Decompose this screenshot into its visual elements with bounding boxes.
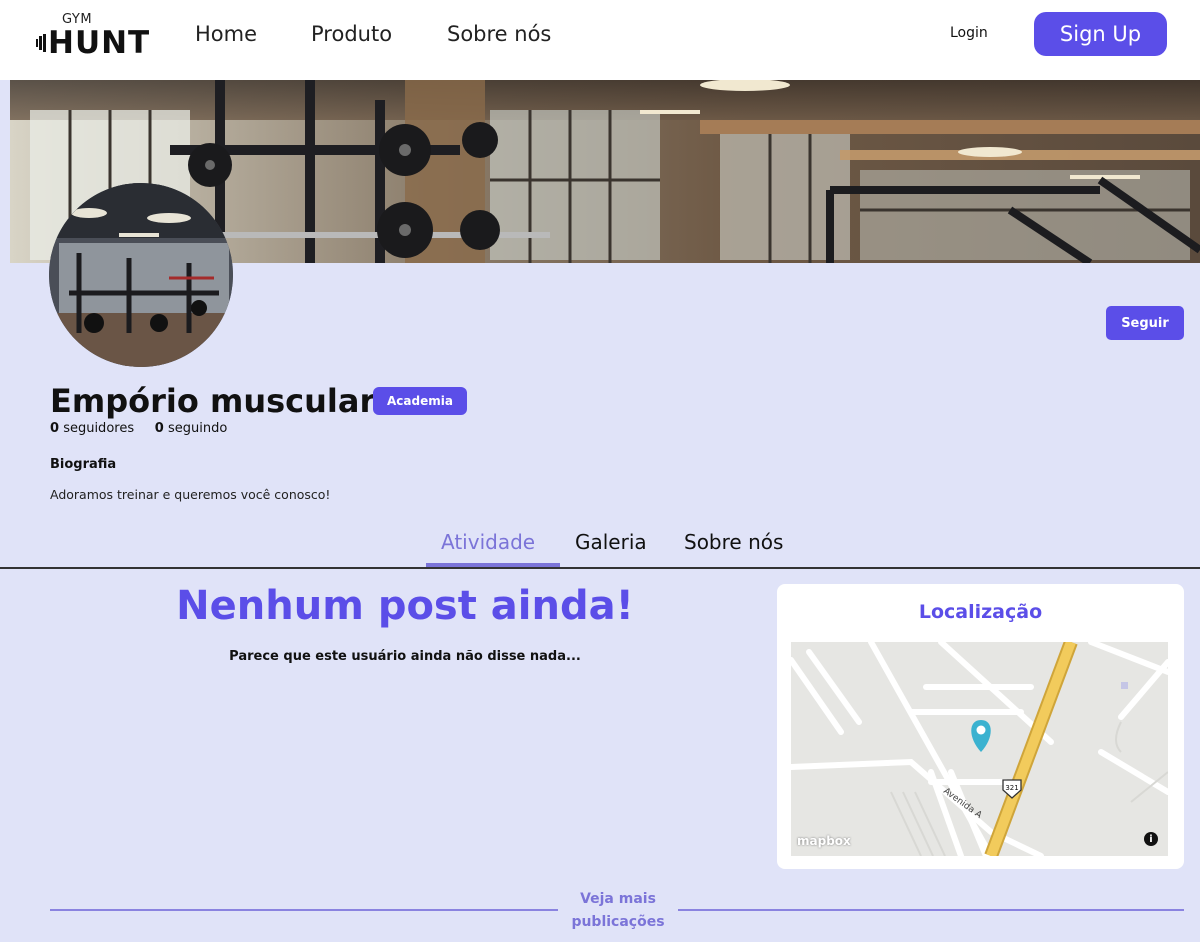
followers-label[interactable]: seguidores: [63, 421, 134, 436]
bio-text: Adoramos treinar e queremos você conosco…: [50, 487, 331, 502]
location-map[interactable]: 321 Avenida A mapbox i: [791, 642, 1168, 856]
following-label[interactable]: seguindo: [168, 421, 227, 436]
nav-home[interactable]: Home: [195, 22, 257, 46]
nav-sobre-nos[interactable]: Sobre nós: [447, 22, 551, 46]
location-card: Localização 321 Avenida A mapbox i: [777, 584, 1184, 869]
following-count: 0: [154, 421, 164, 436]
tab-sobre-nos[interactable]: Sobre nós: [684, 530, 783, 554]
see-more-posts-link[interactable]: Veja mais publicações: [560, 888, 676, 934]
more-divider-right: [678, 909, 1184, 911]
map-info-icon[interactable]: i: [1144, 832, 1158, 846]
route-shield-label: 321: [1005, 784, 1018, 792]
empty-feed-subtitle: Parece que este usuário ainda não disse …: [229, 649, 581, 664]
tab-atividade[interactable]: Atividade: [441, 530, 535, 554]
tabs-divider: [0, 567, 1200, 569]
top-header: GYM HUNT Home Produto Sobre nós Login Si…: [0, 0, 1200, 80]
gymhunt-logo[interactable]: GYM HUNT: [36, 12, 166, 68]
bio-heading: Biografia: [50, 457, 117, 472]
category-badge: Academia: [373, 387, 467, 415]
signup-button[interactable]: Sign Up: [1034, 12, 1167, 56]
profile-name: Empório muscular: [50, 382, 376, 420]
mapbox-attribution[interactable]: mapbox: [797, 834, 851, 848]
follow-button[interactable]: Seguir: [1106, 306, 1184, 340]
location-title: Localização: [918, 601, 1043, 623]
nav-produto[interactable]: Produto: [311, 22, 392, 46]
see-more-line1: Veja mais: [580, 891, 656, 907]
tab-galeria[interactable]: Galeria: [575, 530, 647, 554]
followers-count: 0: [50, 421, 60, 436]
empty-feed-title: Nenhum post ainda!: [176, 583, 634, 629]
logo-big-text: HUNT: [48, 25, 151, 61]
see-more-line2: publicações: [571, 914, 665, 930]
follow-stats: 0 seguidores 0 seguindo: [50, 421, 227, 436]
more-divider-left: [50, 909, 558, 911]
gym-avatar-image: [49, 183, 233, 367]
login-link[interactable]: Login: [950, 25, 988, 41]
